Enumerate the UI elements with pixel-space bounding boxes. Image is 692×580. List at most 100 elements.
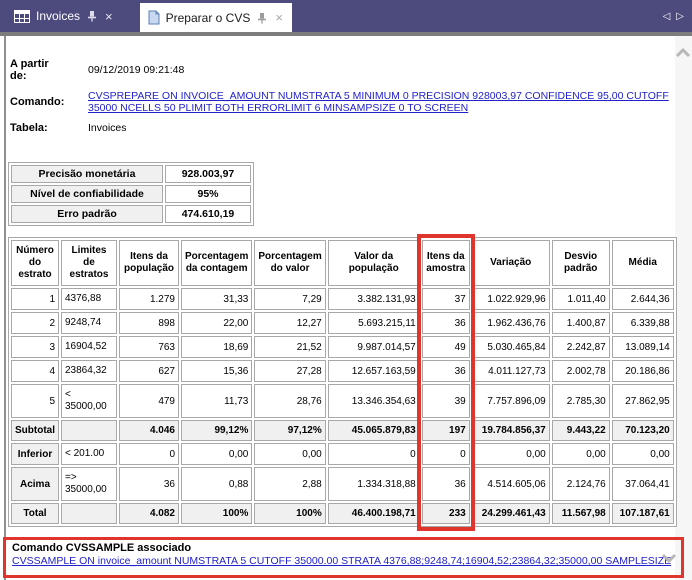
table-cell: 13.089,14 <box>612 336 674 358</box>
table-cell: 107.187,61 <box>612 503 674 524</box>
table-cell: 9248,74 <box>61 312 117 334</box>
strata-column-header: Variação <box>472 240 550 286</box>
table-cell: 1.962.436,76 <box>472 312 550 334</box>
table-row: Total4.082100%100%46.400.198,7123324.299… <box>11 503 674 524</box>
table-row: 29248,7489822,0012,275.693.215,11361.962… <box>11 312 674 334</box>
table-cell: 100% <box>181 503 252 524</box>
panel-left-border <box>4 36 6 580</box>
table-cell: 0,00 <box>612 443 674 465</box>
summary-stat-label: Precisão monetária <box>11 165 163 183</box>
scroll-tabs-right-icon[interactable]: ▷ <box>676 11 684 22</box>
table-cell: 479 <box>119 384 179 418</box>
table-cell: 1.011,40 <box>552 288 610 310</box>
table-cell: 2,88 <box>254 467 325 501</box>
document-icon <box>148 10 160 25</box>
table-cell <box>61 420 117 441</box>
table-value: Invoices <box>88 122 670 134</box>
strata-header-row: Número do estratoLimites de estratosIten… <box>11 240 674 286</box>
report-header: A partir de: 09/12/2019 09:21:48 Comando… <box>10 58 670 134</box>
summary-stat-value: 928.003,97 <box>165 165 251 183</box>
strata-table-body: 14376,881.27931,337,293.382.131,93371.02… <box>11 288 674 524</box>
strata-column-header: Número do estrato <box>11 240 59 286</box>
table-cell: 100% <box>254 503 325 524</box>
table-cell: 9.987.014,57 <box>328 336 420 358</box>
tab-bar: Invoices × Preparar o CVS × <box>0 0 692 32</box>
table-cell: 2 <box>11 312 59 334</box>
table-cell: 4376,88 <box>61 288 117 310</box>
table-cell: 2.242,87 <box>552 336 610 358</box>
table-cell: 4.046 <box>119 420 179 441</box>
table-cell: 197 <box>422 420 470 441</box>
table-cell: 19.784.856,37 <box>472 420 550 441</box>
table-label: Tabela: <box>10 122 86 134</box>
table-cell: 16904,52 <box>61 336 117 358</box>
tab-preparar-cvs[interactable]: Preparar o CVS × <box>140 3 292 32</box>
table-cell: 11,73 <box>181 384 252 418</box>
summary-stat-value: 95% <box>165 185 251 203</box>
table-cell: 36 <box>422 467 470 501</box>
table-cell: 20.186,86 <box>612 360 674 382</box>
table-cell: 46.400.198,71 <box>328 503 420 524</box>
scrollbar-track[interactable] <box>675 36 692 580</box>
from-value: 09/12/2019 09:21:48 <box>88 64 670 76</box>
table-cell: 1.400,87 <box>552 312 610 334</box>
table-cell: 36 <box>422 360 470 382</box>
strata-column-header: Porcentagem da contagem <box>181 240 252 286</box>
table-cell: 6.339,88 <box>612 312 674 334</box>
pin-icon[interactable] <box>256 12 268 24</box>
tab-label: Invoices <box>36 9 80 23</box>
table-cell: 2.002,78 <box>552 360 610 382</box>
table-cell: 15,36 <box>181 360 252 382</box>
table-row: 14376,881.27931,337,293.382.131,93371.02… <box>11 288 674 310</box>
cvssample-highlight-box: Comando CVSSAMPLE associado CVSSAMPLE ON… <box>3 537 684 578</box>
table-cell: 4 <box>11 360 59 382</box>
pin-icon[interactable] <box>86 10 98 22</box>
table-cell: 0,00 <box>181 443 252 465</box>
table-grid-icon <box>14 10 30 23</box>
table-cell: 49 <box>422 336 470 358</box>
close-icon[interactable]: × <box>274 11 284 24</box>
summary-table-body: Precisão monetária928.003,97Nível de con… <box>11 165 251 223</box>
table-cell: 1.279 <box>119 288 179 310</box>
strata-column-header: Porcentagem do valor <box>254 240 325 286</box>
table-cell: 1.022.929,96 <box>472 288 550 310</box>
scroll-tabs-left-icon[interactable]: ◁ <box>663 11 671 22</box>
table-cell: 27.862,95 <box>612 384 674 418</box>
table-cell: 4.514.605,06 <box>472 467 550 501</box>
table-cell: 2.124,76 <box>552 467 610 501</box>
table-row: 316904,5276318,6921,529.987.014,57495.03… <box>11 336 674 358</box>
table-cell <box>61 503 117 524</box>
cvsprepare-command-link[interactable]: CVSPREPARE ON INVOICE_AMOUNT NUMSTRATA 5… <box>88 90 669 114</box>
table-cell: 36 <box>422 312 470 334</box>
table-cell: 99,12% <box>181 420 252 441</box>
strata-column-header: Valor da população <box>328 240 420 286</box>
table-cell: Subtotal <box>11 420 59 441</box>
table-row: Acima=> 35000,00360,882,881.334.318,8836… <box>11 467 674 501</box>
table-cell: 18,69 <box>181 336 252 358</box>
table-cell: 12.657.163,59 <box>328 360 420 382</box>
table-row: 5< 35000,0047911,7328,7613.346.354,63397… <box>11 384 674 418</box>
table-cell: 24.299.461,43 <box>472 503 550 524</box>
strata-table: Número do estratoLimites de estratosIten… <box>8 237 677 527</box>
cvssample-command-link[interactable]: CVSSAMPLE ON invoice_amount NUMSTRATA 5 … <box>12 555 675 567</box>
table-row: Subtotal4.04699,12%97,12%45.065.879,8319… <box>11 420 674 441</box>
table-cell: 0 <box>422 443 470 465</box>
tab-label: Preparar o CVS <box>166 11 251 25</box>
from-label: A partir de: <box>10 58 68 82</box>
table-cell: 0,00 <box>472 443 550 465</box>
table-cell: 2.644,36 <box>612 288 674 310</box>
summary-stat-value: 474.610,19 <box>165 205 251 223</box>
scroll-up-icon[interactable] <box>675 46 692 58</box>
table-cell: 5.030.465,84 <box>472 336 550 358</box>
table-cell: 3.382.131,93 <box>328 288 420 310</box>
table-cell: Inferior <box>11 443 59 465</box>
table-cell: 22,00 <box>181 312 252 334</box>
scroll-down-icon[interactable] <box>661 551 679 563</box>
table-cell: 31,33 <box>181 288 252 310</box>
table-cell: 7.757.896,09 <box>472 384 550 418</box>
close-icon[interactable]: × <box>104 10 114 23</box>
tab-invoices[interactable]: Invoices × <box>6 0 122 32</box>
table-cell: 0,88 <box>181 467 252 501</box>
table-cell: 0 <box>328 443 420 465</box>
strata-column-header: Itens da população <box>119 240 179 286</box>
